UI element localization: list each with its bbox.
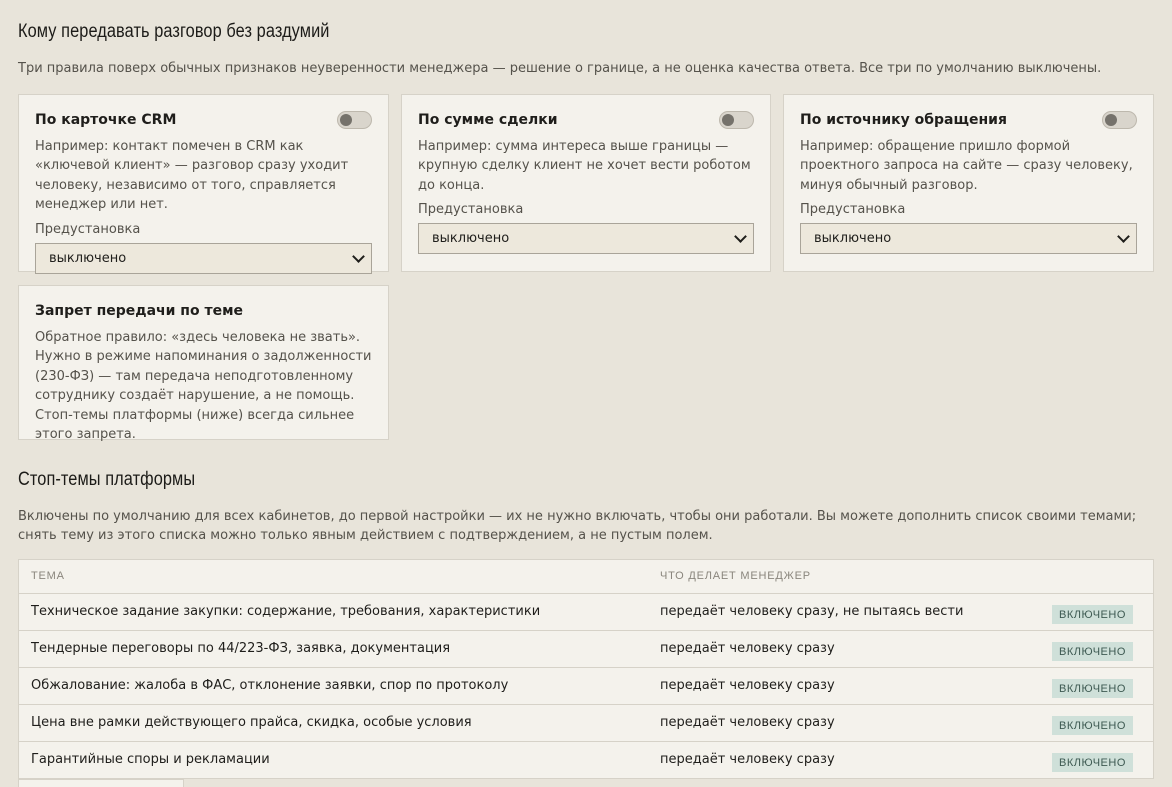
card-description: Например: сумма интереса выше границы — … (418, 138, 751, 193)
action-cell: передаёт человеку сразу, не пытаясь вест… (660, 604, 964, 619)
handoff-rules-section: Кому передавать разговор без раздумий Тр… (18, 19, 1154, 442)
rule-card-crm: По карточке CRM Например: контакт помече… (18, 93, 389, 274)
deal-amount-rule-toggle[interactable] (719, 110, 754, 129)
chevron-down-icon (1117, 230, 1130, 243)
add-topic-button[interactable] (18, 779, 184, 787)
card-title: Запрет передачи по теме (35, 302, 244, 319)
card-title: По источнику обращения (800, 111, 1007, 128)
deal-amount-preset-select[interactable]: выключено (418, 223, 754, 254)
rule-card-source: По источнику обращения Например: обращен… (783, 93, 1154, 272)
select-value: выключено (432, 231, 510, 246)
topic-cell: Тендерные переговоры по 44/223-ФЗ, заявк… (31, 641, 451, 656)
crm-preset-select[interactable]: выключено (35, 242, 372, 274)
status-badge: включено (1052, 679, 1133, 698)
rule-cards: По карточке CRM Например: контакт помече… (18, 93, 1154, 442)
table-header: Тема Что делает менеджер (19, 560, 1153, 593)
table-row: Обжалование: жалоба в ФАС, отклонение за… (19, 666, 1153, 704)
action-cell: передаёт человеку сразу (660, 752, 835, 767)
select-value: выключено (49, 250, 127, 266)
table-row: Цена вне рамки действующего прайса, скид… (19, 703, 1153, 741)
page: Кому передавать разговор без раздумий Тр… (0, 0, 1172, 779)
toggle-knob (340, 113, 352, 126)
action-cell: передаёт человеку сразу (660, 641, 835, 656)
section-description: Три правила поверх обычных признаков неу… (18, 61, 1102, 76)
toggle-knob (722, 113, 734, 126)
section-description: Включены по умолчанию для всех кабинетов… (18, 508, 1137, 544)
status-badge: включено (1052, 605, 1133, 624)
card-title: По сумме сделки (418, 111, 558, 128)
crm-rule-toggle[interactable] (337, 110, 372, 129)
source-rule-toggle[interactable] (1102, 110, 1137, 129)
preset-label: Предустановка (800, 202, 906, 217)
column-header-topic: Тема (31, 570, 65, 582)
toggle-knob (1105, 113, 1117, 126)
card-description: Например: обращение пришло формой проект… (800, 138, 1133, 193)
status-badge: включено (1052, 753, 1133, 772)
rule-card-deal-amount: По сумме сделки Например: сумма интереса… (401, 93, 771, 272)
topic-cell: Гарантийные споры и рекламации (31, 752, 270, 767)
card-description: Например: контакт помечен в CRM как «клю… (35, 138, 349, 213)
status-badge: включено (1052, 642, 1133, 661)
select-value: выключено (814, 231, 892, 246)
action-cell: передаёт человеку сразу (660, 715, 835, 730)
table-row: Гарантийные споры и рекламации передаёт … (19, 740, 1153, 778)
status-badge: включено (1052, 716, 1133, 735)
rule-card-topic-ban: Запрет передачи по теме Обратное правило… (18, 284, 389, 442)
chevron-down-icon (352, 249, 365, 263)
section-title: Стоп-темы платформы (18, 468, 196, 490)
topic-cell: Цена вне рамки действующего прайса, скид… (31, 715, 472, 730)
preset-label: Предустановка (35, 221, 141, 237)
column-header-action: Что делает менеджер (660, 570, 811, 582)
action-cell: передаёт человеку сразу (660, 678, 835, 693)
platform-stop-topics-section: Стоп-темы платформы Включены по умолчани… (18, 467, 1154, 779)
preset-label: Предустановка (418, 202, 524, 217)
card-description: Обратное правило: «здесь человека не зва… (35, 329, 372, 443)
section-title: Кому передавать разговор без раздумий (18, 21, 330, 42)
topic-cell: Обжалование: жалоба в ФАС, отклонение за… (31, 678, 509, 693)
topic-cell: Техническое задание закупки: содержание,… (31, 604, 541, 619)
table-row: Техническое задание закупки: содержание,… (19, 592, 1153, 630)
card-title: По карточке CRM (35, 111, 177, 128)
stop-topics-table: Тема Что делает менеджер Техническое зад… (18, 558, 1154, 779)
chevron-down-icon (734, 230, 747, 243)
source-preset-select[interactable]: выключено (800, 223, 1137, 254)
table-row: Тендерные переговоры по 44/223-ФЗ, заявк… (19, 629, 1153, 667)
